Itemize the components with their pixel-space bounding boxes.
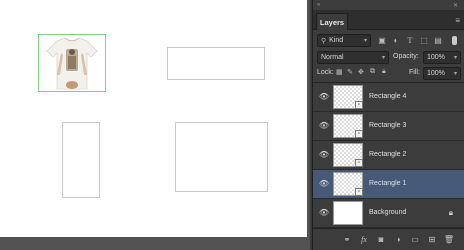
fill-field[interactable]: 100% ▾ [423,67,461,80]
layer-name: Rectangle 1 [369,180,407,187]
smart-object-badge-icon: ▫ [355,188,363,196]
layer-thumbnail [333,201,363,225]
smart-object-badge-icon: ▫ [355,101,363,109]
blend-mode-select[interactable]: Normal ▾ [317,51,389,64]
adjustment-filter-icon[interactable]: ◐ [390,34,402,47]
layer-thumbnail: ▫ [333,85,363,109]
visibility-eye-icon[interactable]: 👁︎ [319,208,329,217]
document-canvas[interactable] [0,0,307,237]
blend-mode-value: Normal [321,54,344,61]
kind-filter-label: Kind [329,37,344,44]
canvas-area[interactable] [0,0,310,250]
smart-object-badge-icon: ▫ [355,159,363,167]
chevron-down-icon: ▾ [453,55,457,61]
search-icon: ⚲ [321,37,327,45]
chevron-down-icon: ▾ [381,55,385,61]
layer-row-rectangle-2[interactable]: 👁︎ ▫ Rectangle 2 [313,141,464,170]
fill-label: Fill: [409,69,420,76]
type-filter-icon[interactable]: T [404,34,416,47]
layer-thumbnail: ▫ [333,114,363,138]
kind-filter-select[interactable]: ⚲ Kind ▾ [317,34,371,47]
visibility-eye-icon[interactable]: 👁︎ [319,150,329,159]
chevron-down-icon: ▾ [363,38,367,44]
layer-row-rectangle-4[interactable]: 👁︎ ▫ Rectangle 4 [313,83,464,112]
panel-tab-bar: Layers ≡ [313,10,464,30]
layers-panel: « ✕ Layers ≡ ⚲ Kind ▾ ▣ ◐ T ⬚ ▤ Normal ▾… [312,0,464,250]
opacity-value: 100% [427,54,445,61]
lock-position-icon[interactable]: ✥ [358,68,364,76]
layers-list: 👁︎ ▫ Rectangle 4 👁︎ ▫ Rectangle 3 👁︎ ▫ R… [313,82,464,228]
close-panel-icon[interactable]: ✕ [453,2,458,9]
layer-name: Rectangle 3 [369,122,407,129]
smart-object-badge-icon: ▫ [355,130,363,138]
layers-footer: ⚭ fx ◙ ◑ ▭ ⊞ 🗑︎ [313,228,464,250]
opacity-label: Opacity: [393,53,419,60]
layer-thumbnail: ▫ [333,172,363,196]
filter-row: ⚲ Kind ▾ ▣ ◐ T ⬚ ▤ [313,33,464,49]
rectangle-shape-tall[interactable] [62,122,100,198]
lock-all-icon[interactable]: 🔒︎ [382,68,386,76]
image-filter-icon[interactable]: ▣ [376,34,388,47]
filter-toggle-icon[interactable] [449,35,459,46]
lock-icon: 🔒︎ [448,208,453,217]
new-layer-icon[interactable]: ⊞ [427,234,437,245]
collapse-panel-icon[interactable]: « [317,2,320,8]
fill-value: 100% [427,70,445,77]
layer-name: Rectangle 2 [369,151,407,158]
mask-icon[interactable]: ◙ [376,234,386,245]
visibility-eye-icon[interactable]: 👁︎ [319,179,329,188]
panel-menu-icon[interactable]: ≡ [455,16,460,25]
link-icon[interactable]: ⚭ [342,234,352,245]
group-icon[interactable]: ▭ [410,234,420,245]
layer-name: Background [369,209,407,216]
layer-row-rectangle-1[interactable]: 👁︎ ▫ Rectangle 1 [313,170,464,199]
smart-object-filter-icon[interactable]: ▤ [432,34,444,47]
chevron-down-icon: ▾ [453,71,457,77]
layer-row-background[interactable]: 👁︎ Background 🔒︎ [313,199,464,228]
lock-row: Lock: ▦ ✎ ✥ ⧉ 🔒︎ Fill: 100% ▾ [313,66,464,81]
opacity-field[interactable]: 100% ▾ [423,51,461,64]
blend-row: Normal ▾ Opacity: 100% ▾ [313,50,464,65]
delete-icon[interactable]: 🗑︎ [444,234,454,245]
visibility-eye-icon[interactable]: 👁︎ [319,121,329,130]
tshirt-image [39,35,105,91]
lock-transparent-icon[interactable]: ▦ [336,68,343,76]
fx-icon[interactable]: fx [359,234,369,245]
rectangle-shape-bottom-right[interactable] [175,122,268,192]
layer-thumbnail: ▫ [333,143,363,167]
shape-filter-icon[interactable]: ⬚ [418,34,430,47]
visibility-eye-icon[interactable]: 👁︎ [319,92,329,101]
layer-name: Rectangle 4 [369,93,407,100]
lock-image-icon[interactable]: ✎ [347,68,353,76]
lock-artboard-icon[interactable]: ⧉ [370,68,375,76]
tab-layers[interactable]: Layers [316,13,348,30]
rectangle-shape-top-right[interactable] [167,47,265,80]
layer-row-rectangle-3[interactable]: 👁︎ ▫ Rectangle 3 [313,112,464,141]
adjustment-icon[interactable]: ◑ [393,234,403,245]
lock-label: Lock: [317,69,334,76]
